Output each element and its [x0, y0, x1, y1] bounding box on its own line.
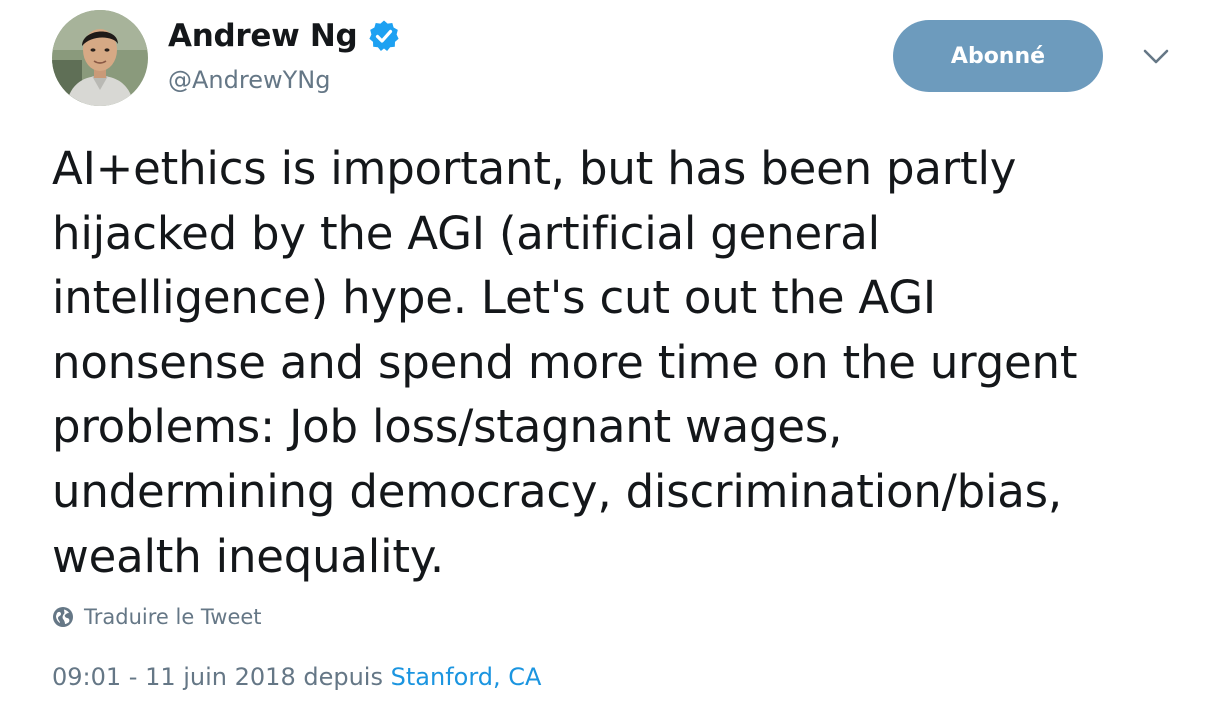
author-name-row[interactable]: Andrew Ng — [168, 14, 401, 58]
tweet-text-line: problems: Job loss/stagnant wages, — [52, 400, 843, 454]
author-handle[interactable]: @AndrewYNg — [168, 66, 330, 94]
tweet-text-line: AI+ethics is important, but has been par… — [52, 142, 1017, 195]
translate-label: Traduire le Tweet — [84, 605, 262, 629]
following-button[interactable]: Abonné — [893, 20, 1103, 92]
tweet-metadata: 09:01 - 11 juin 2018 depuis Stanford, CA — [52, 663, 541, 691]
chevron-down-icon[interactable] — [1140, 46, 1172, 68]
verified-badge-icon — [367, 19, 401, 53]
author-display-name[interactable]: Andrew Ng — [168, 18, 358, 54]
location-link[interactable]: Stanford, CA — [391, 663, 542, 691]
avatar-photo — [52, 10, 148, 106]
tweet-text-line: intelligence) hype. Let's cut out the AG… — [52, 271, 936, 325]
translate-tweet-link[interactable]: Traduire le Tweet — [52, 602, 262, 632]
globe-icon — [52, 606, 74, 628]
tweet-timestamp[interactable]: 09:01 - 11 juin 2018 — [52, 663, 296, 691]
tweet-text-line: hijacked by the AGI (artificial general — [52, 206, 880, 260]
avatar[interactable] — [52, 10, 148, 106]
tweet-text: AI+ethics is important, but has been par… — [52, 137, 1202, 589]
tweet-text-line: wealth inequality. — [52, 529, 444, 583]
tweet-text-line: undermining democracy, discrimination/bi… — [52, 464, 1063, 518]
tweet-text-line: nonsense and spend more time on the urge… — [52, 335, 1078, 389]
from-word: depuis — [303, 663, 383, 691]
